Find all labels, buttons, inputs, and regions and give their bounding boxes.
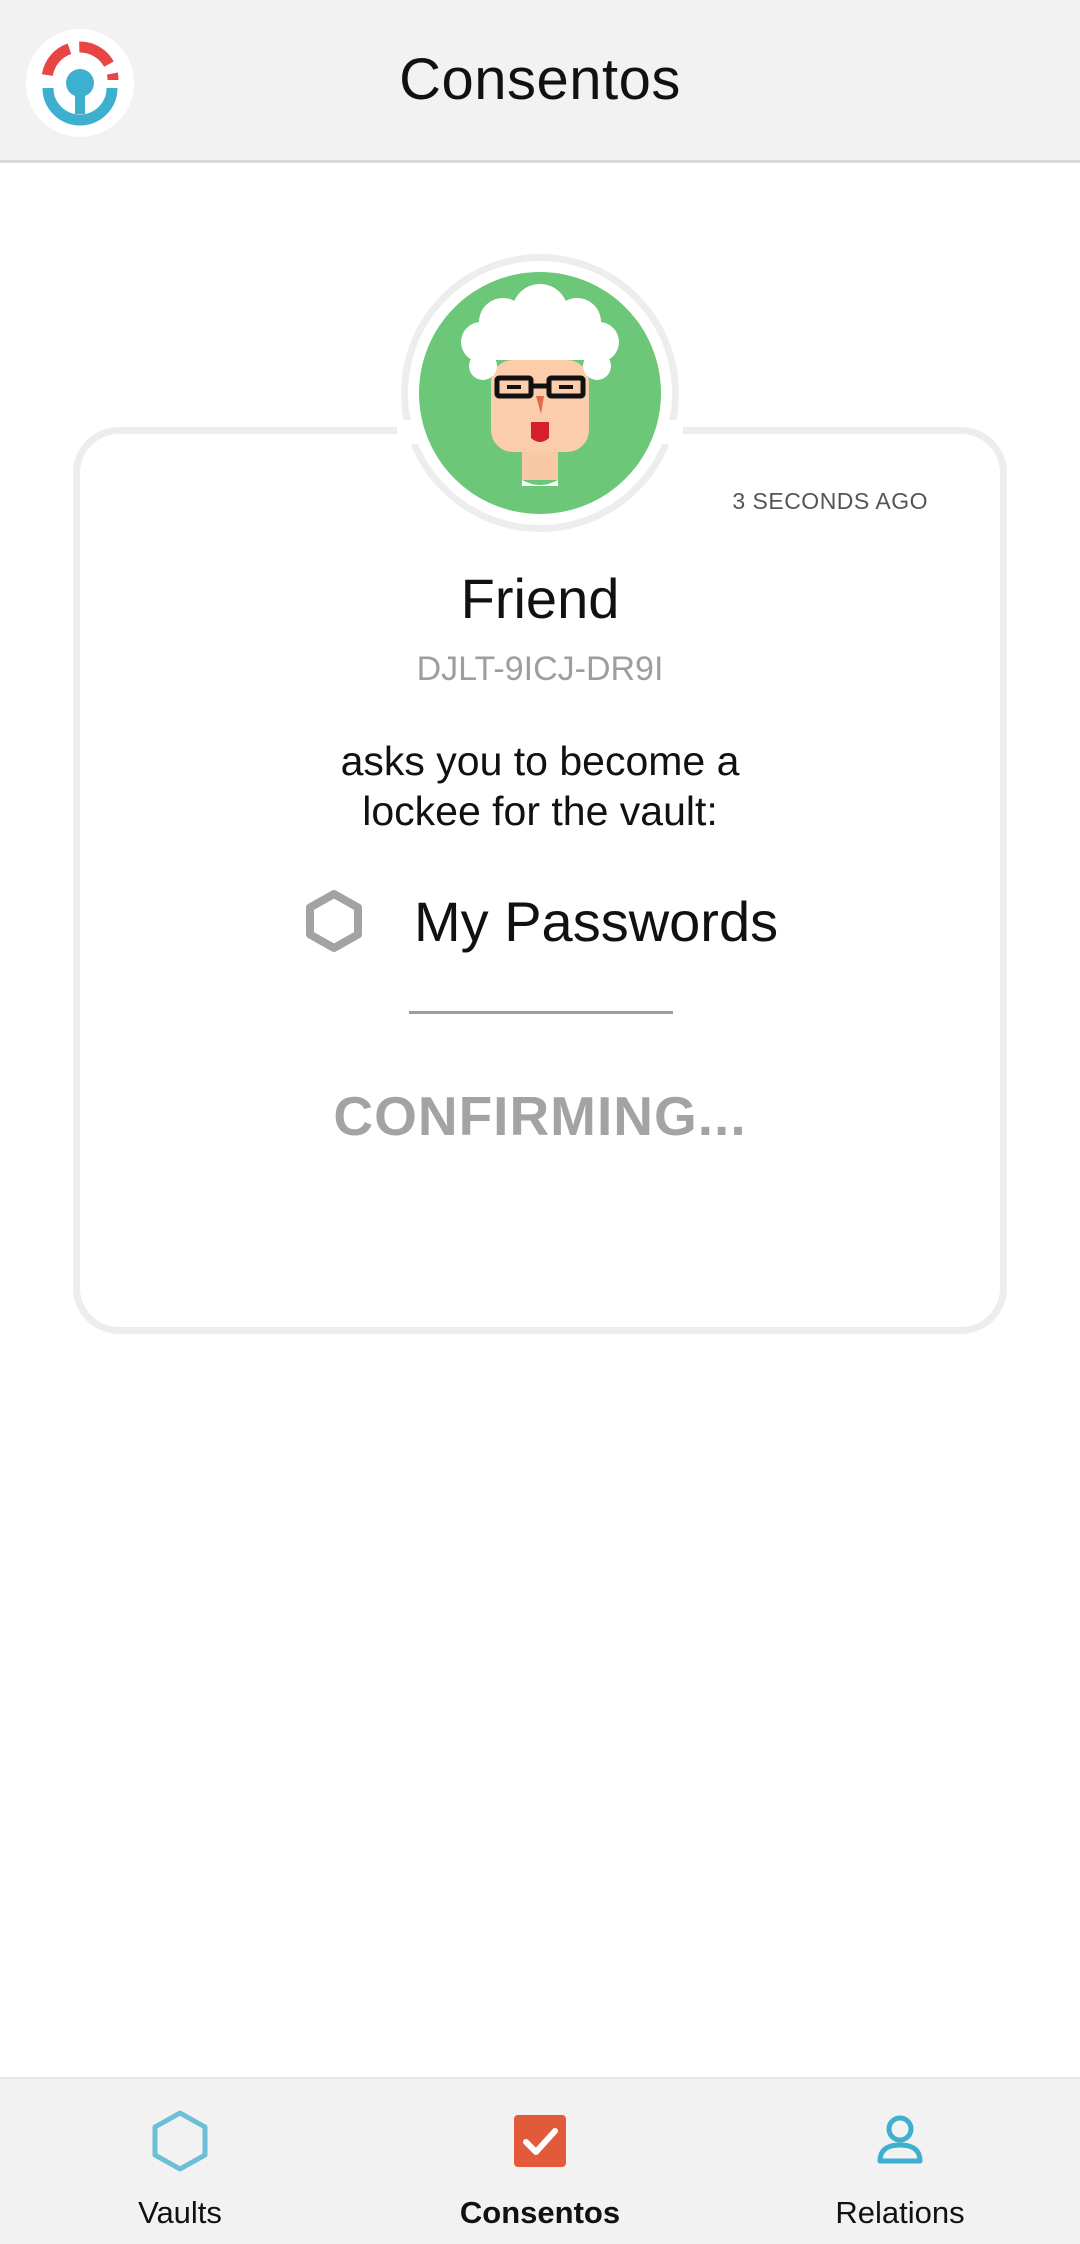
requester-code: DJLT-9ICJ-DR9I: [416, 650, 664, 688]
divider: [409, 1011, 673, 1014]
requester-avatar: [419, 272, 661, 514]
nav-label-vaults: Vaults: [138, 2195, 222, 2230]
hexagon-icon: [148, 2109, 212, 2173]
nav-item-vaults[interactable]: Vaults: [0, 2079, 360, 2244]
requester-name: Friend: [460, 567, 620, 630]
person-icon: [868, 2109, 932, 2173]
request-message: asks you to become a lockee for the vaul…: [340, 738, 740, 834]
nav-label-relations: Relations: [835, 2195, 965, 2230]
nav-item-consentos[interactable]: Consentos: [360, 2079, 720, 2244]
nav-label-consentos: Consentos: [459, 2195, 621, 2230]
app-screen: Consentos 3 SECONDS AGO Friend DJLT-9ICJ…: [0, 0, 1080, 2244]
page-title: Consentos: [399, 47, 681, 112]
bottom-navigation: Vaults Consentos Relations: [0, 2077, 1080, 2244]
nav-item-relations[interactable]: Relations: [720, 2079, 1080, 2244]
vault-row: My Passwords: [302, 886, 778, 956]
checkbox-icon: [508, 2109, 572, 2173]
request-timestamp: 3 SECONDS AGO: [732, 488, 928, 514]
app-header: Consentos: [0, 0, 1080, 163]
hexagon-icon: [302, 889, 366, 953]
consent-request-card: [73, 427, 1007, 1334]
confirming-status: CONFIRMING...: [333, 1085, 747, 1147]
vault-name: My Passwords: [414, 889, 779, 953]
